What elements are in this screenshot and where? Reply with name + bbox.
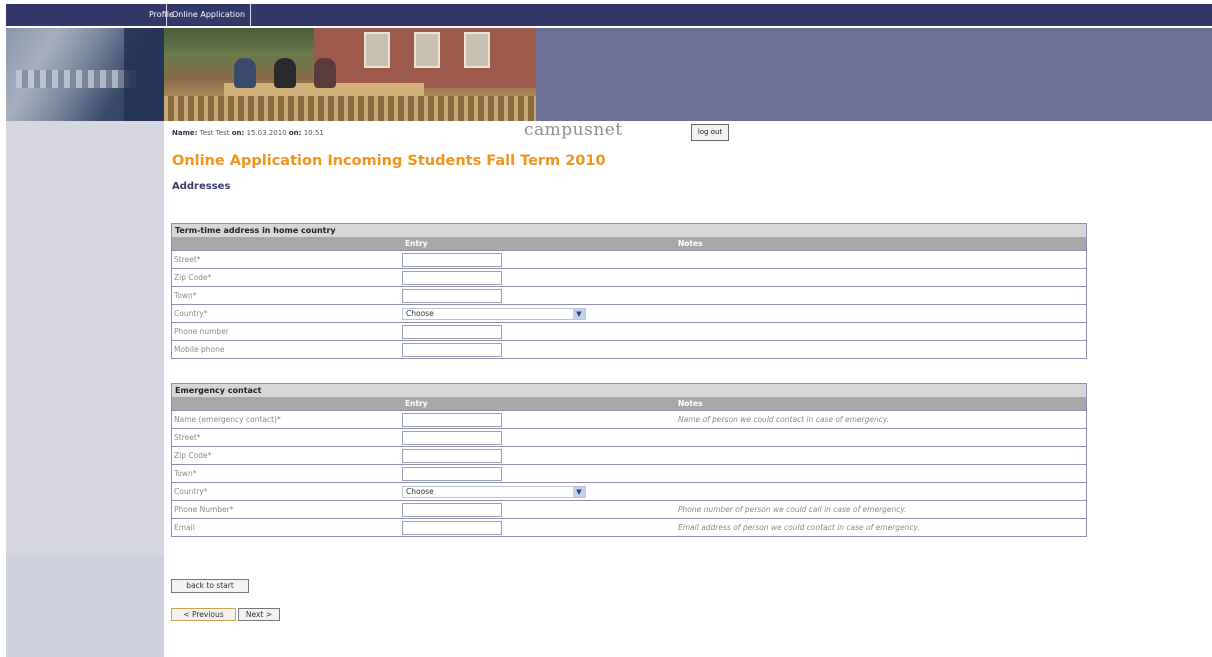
back-to-start-button[interactable]: back to start: [171, 579, 249, 593]
login-time: 10:51: [303, 129, 324, 137]
col-notes: Notes: [678, 239, 703, 248]
street-input[interactable]: [402, 253, 502, 267]
form-row-town: Town*: [172, 464, 1086, 482]
field-note: Phone number of person we could call in …: [678, 505, 907, 514]
emergency-street-input[interactable]: [402, 431, 502, 445]
form-row-phone: Phone Number* Phone number of person we …: [172, 500, 1086, 518]
col-entry: Entry: [405, 239, 428, 248]
chevron-down-icon[interactable]: ▼: [573, 487, 585, 497]
form-row-town: Town*: [172, 286, 1086, 304]
term-address-panel: Term-time address in home country Entry …: [171, 223, 1087, 359]
previous-button[interactable]: < Previous: [171, 608, 236, 621]
next-button[interactable]: Next >: [238, 608, 280, 621]
section-title: Addresses: [172, 181, 231, 192]
panel-title: Term-time address in home country: [172, 224, 1086, 238]
nav-online-application[interactable]: Online Application: [166, 4, 252, 26]
town-input[interactable]: [402, 289, 502, 303]
field-label: Street*: [174, 255, 201, 264]
emergency-country-select[interactable]: Choose ▼: [402, 486, 586, 498]
field-label: Town*: [174, 291, 197, 300]
panel-header: Entry Notes: [172, 238, 1086, 250]
select-value: Choose: [406, 309, 434, 318]
field-label: Street*: [174, 433, 201, 442]
emergency-contact-panel: Emergency contact Entry Notes Name (emer…: [171, 383, 1087, 537]
field-note: Name of person we could contact in case …: [678, 415, 890, 424]
page-title: Online Application Incoming Students Fal…: [172, 153, 606, 169]
banner-photo: [164, 28, 536, 121]
zip-code-input[interactable]: [402, 271, 502, 285]
user-info: Name: Test Test on: 15.03.2010 on: 10:51: [172, 129, 324, 137]
login-date: 15.03.2010: [246, 129, 287, 137]
form-row-phone: Phone number: [172, 322, 1086, 340]
left-column-footer: [6, 555, 164, 657]
emergency-phone-input[interactable]: [402, 503, 502, 517]
field-label: Town*: [174, 469, 197, 478]
panel-title: Emergency contact: [172, 384, 1086, 398]
form-row-email: Email Email address of person we could c…: [172, 518, 1086, 536]
field-label: Country*: [174, 309, 208, 318]
col-entry: Entry: [405, 399, 428, 408]
field-note: Email address of person we could contact…: [678, 523, 920, 532]
on-label-1: on:: [231, 129, 245, 137]
banner-band: [536, 28, 1212, 121]
col-notes: Notes: [678, 399, 703, 408]
field-label: Zip Code*: [174, 451, 212, 460]
form-row-street: Street*: [172, 428, 1086, 446]
select-value: Choose: [406, 487, 434, 496]
on-label-2: on:: [288, 129, 302, 137]
logout-button[interactable]: log out: [691, 124, 729, 141]
emergency-email-input[interactable]: [402, 521, 502, 535]
field-label: Phone Number*: [174, 505, 234, 514]
form-row-zip: Zip Code*: [172, 446, 1086, 464]
emergency-town-input[interactable]: [402, 467, 502, 481]
country-select[interactable]: Choose ▼: [402, 308, 586, 320]
form-row-country: Country* Choose ▼: [172, 482, 1086, 500]
top-nav-bar: Profile Online Application: [6, 4, 1212, 26]
field-label: Email: [174, 523, 195, 532]
user-name: Test Test: [199, 129, 230, 137]
brand-logo: campusnet: [524, 120, 623, 140]
banner-image-left: [6, 28, 164, 121]
phone-input[interactable]: [402, 325, 502, 339]
emergency-name-input[interactable]: [402, 413, 502, 427]
form-row-emergency-name: Name (emergency contact)* Name of person…: [172, 410, 1086, 428]
field-label: Mobile phone: [174, 345, 225, 354]
field-label: Country*: [174, 487, 208, 496]
form-row-mobile: Mobile phone: [172, 340, 1086, 358]
mobile-input[interactable]: [402, 343, 502, 357]
form-row-street: Street*: [172, 250, 1086, 268]
chevron-down-icon[interactable]: ▼: [573, 309, 585, 319]
form-row-zip: Zip Code*: [172, 268, 1086, 286]
panel-header: Entry Notes: [172, 398, 1086, 410]
field-label: Phone number: [174, 327, 229, 336]
form-row-country: Country* Choose ▼: [172, 304, 1086, 322]
field-label: Name (emergency contact)*: [174, 415, 281, 424]
field-label: Zip Code*: [174, 273, 212, 282]
emergency-zip-code-input[interactable]: [402, 449, 502, 463]
name-label: Name:: [172, 129, 198, 137]
